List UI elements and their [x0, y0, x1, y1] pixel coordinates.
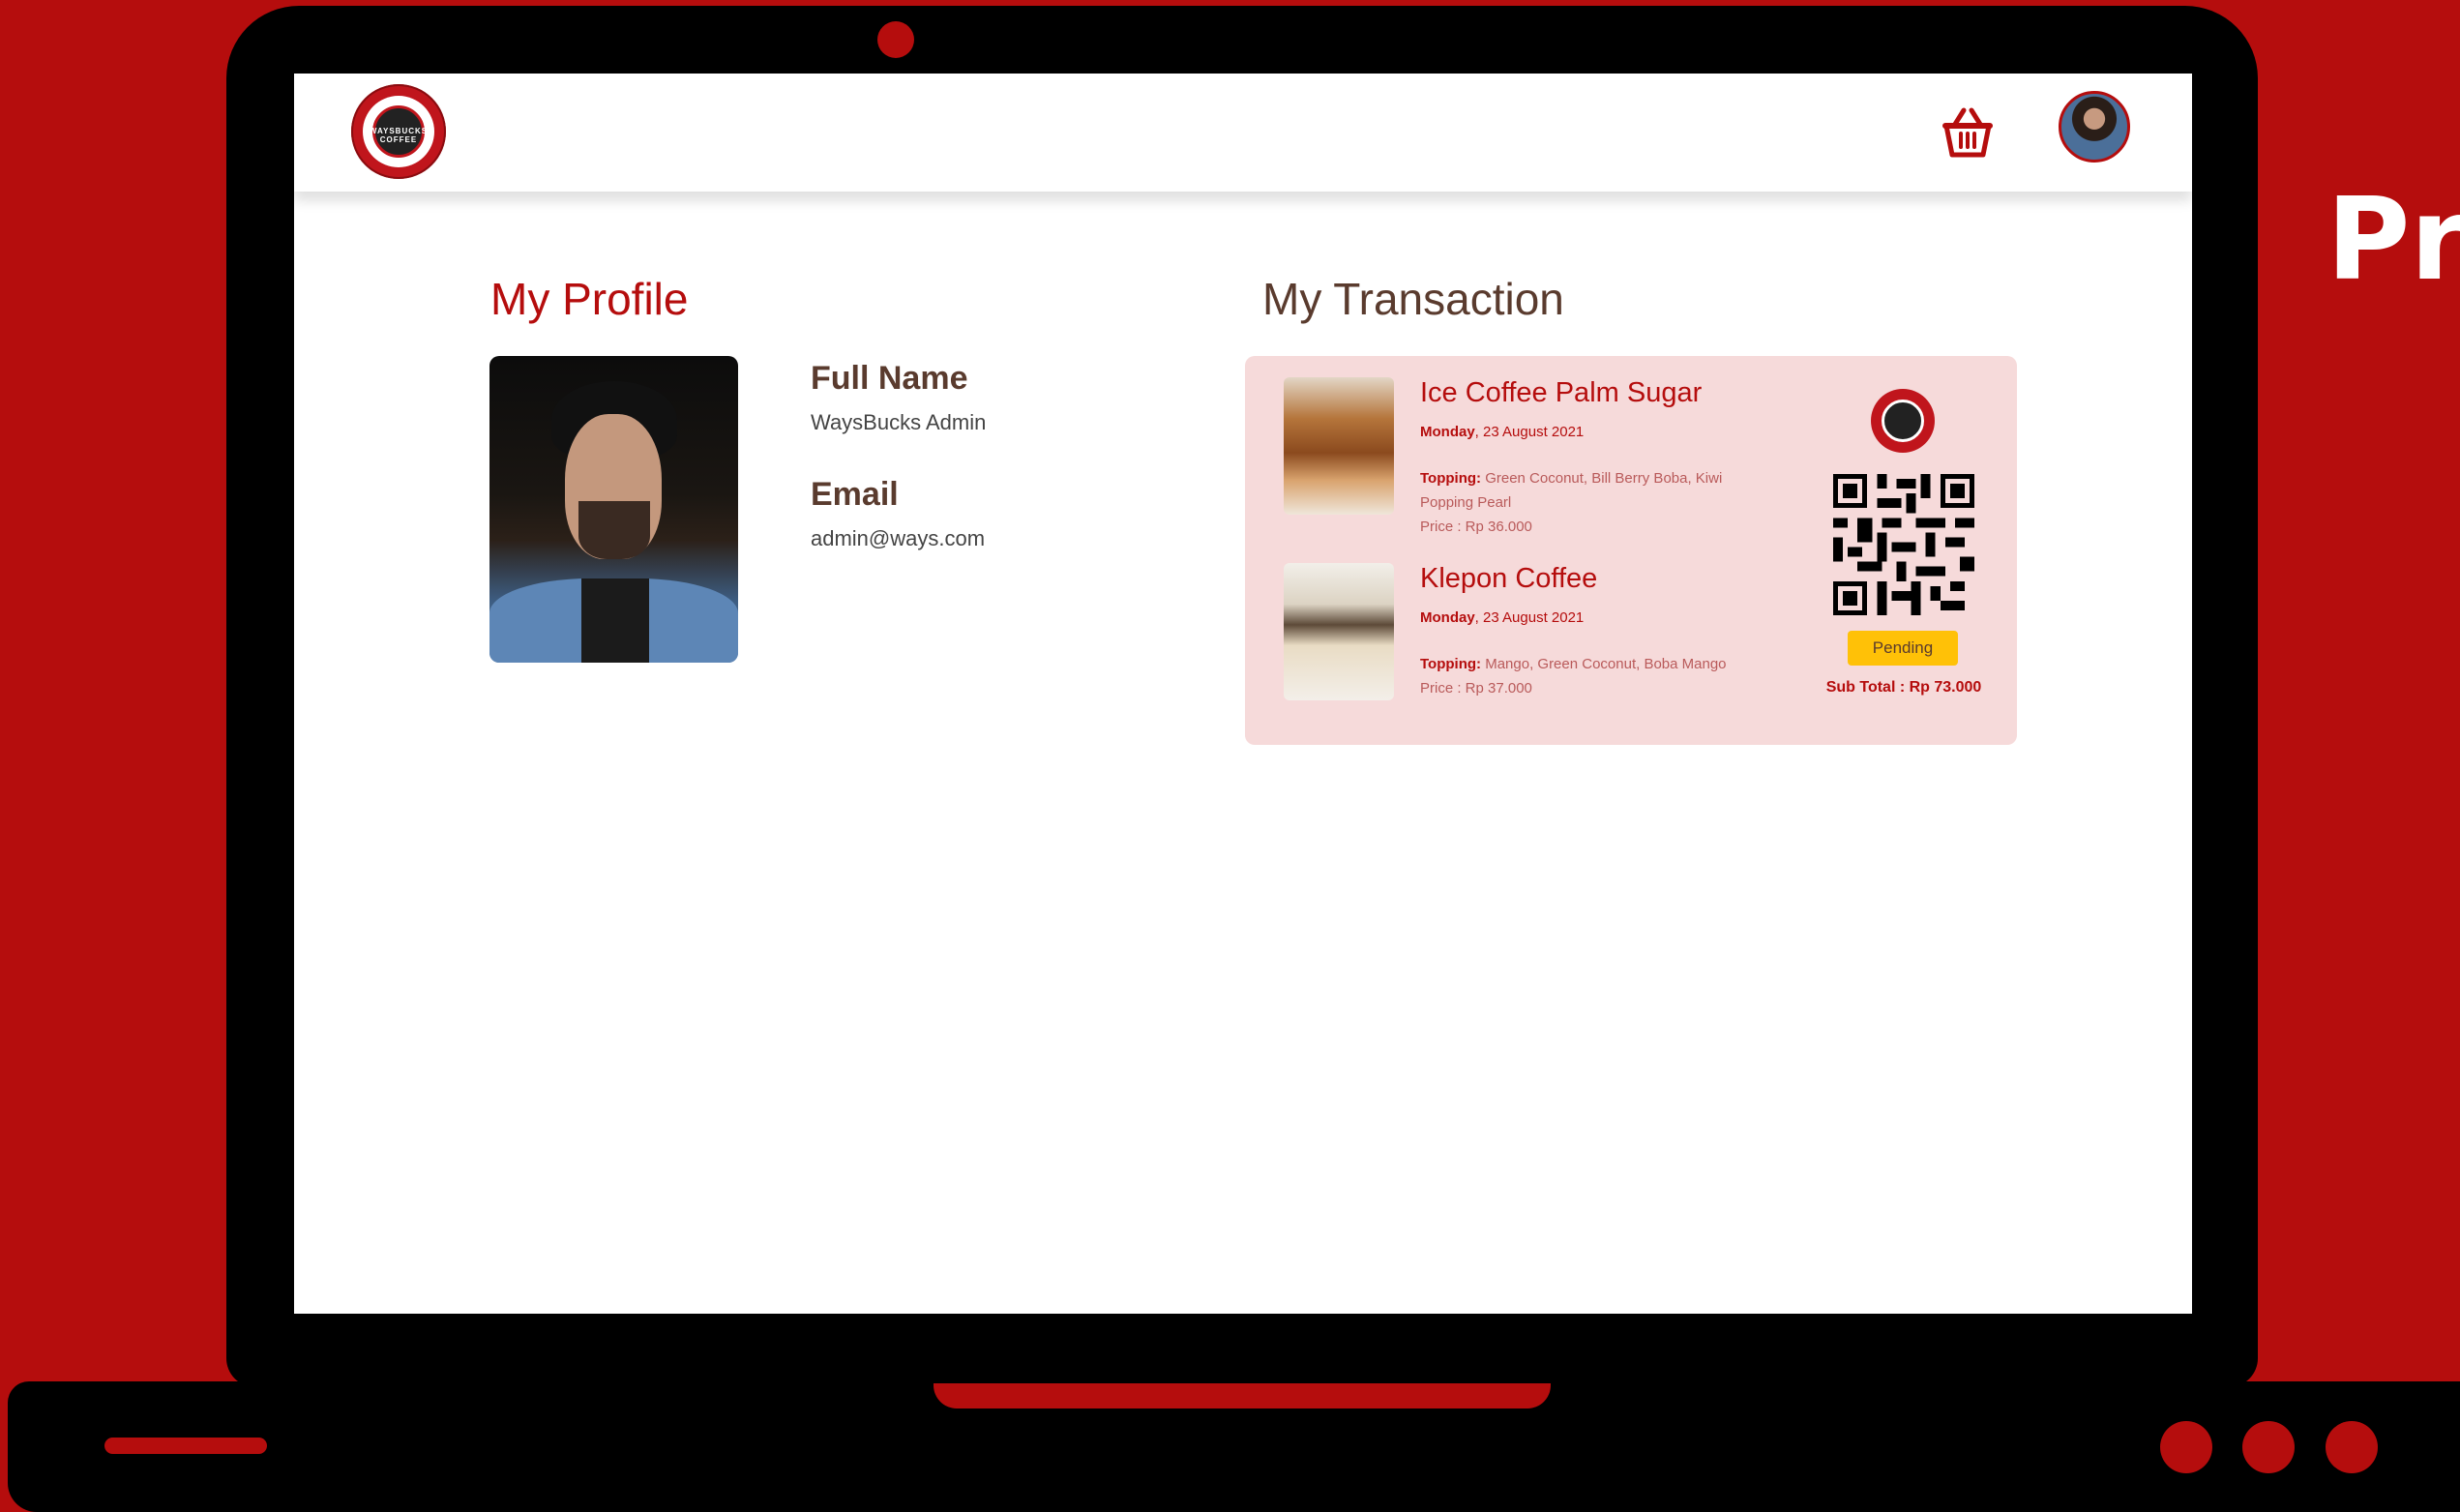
- item-topping: Topping: Mango, Green Coconut, Boba Mang…: [1420, 656, 1727, 672]
- full-name-value: WaysBucks Admin: [811, 410, 987, 434]
- cart-icon[interactable]: [1939, 103, 1997, 161]
- email-value: admin@ways.com: [811, 526, 986, 550]
- qr-code-icon: [1833, 474, 1974, 615]
- item-date: Monday, 23 August 2021: [1420, 424, 1585, 440]
- logo-text: WAYSBUCKS COFFEE: [369, 127, 429, 144]
- item-price: Price : Rp 37.000: [1420, 680, 1532, 697]
- email-label: Email: [811, 476, 899, 513]
- laptop-dot: [2242, 1421, 2295, 1473]
- my-profile-heading: My Profile: [490, 274, 689, 324]
- product-image: [1284, 377, 1394, 515]
- subtotal: Sub Total : Rp 73.000: [1825, 679, 1982, 696]
- product-image: [1284, 563, 1394, 700]
- item-title: Ice Coffee Palm Sugar: [1420, 377, 1703, 408]
- item-topping: Topping: Green Coconut, Bill Berry Boba,…: [1420, 470, 1723, 511]
- avatar[interactable]: [2059, 91, 2130, 163]
- laptop-dot: [2326, 1421, 2378, 1473]
- navbar: WAYSBUCKS COFFEE: [294, 74, 2192, 192]
- status-badge: Pending: [1848, 631, 1958, 666]
- side-title: Pr: [2327, 172, 2460, 306]
- app-screen: WAYSBUCKS COFFEE My Profile Full Name Wa…: [294, 74, 2192, 1314]
- waysbucks-logo-small: [1871, 389, 1935, 453]
- waysbucks-logo[interactable]: WAYSBUCKS COFFEE: [351, 84, 446, 179]
- item-price: Price : Rp 36.000: [1420, 519, 1532, 535]
- full-name-label: Full Name: [811, 360, 968, 397]
- laptop-notch: [934, 1383, 1551, 1408]
- item-title: Klepon Coffee: [1420, 563, 1598, 594]
- my-transaction-heading: My Transaction: [1262, 274, 1564, 324]
- profile-photo: [489, 356, 738, 663]
- laptop-dot: [2160, 1421, 2212, 1473]
- item-date: Monday, 23 August 2021: [1420, 609, 1585, 626]
- transaction-card[interactable]: Ice Coffee Palm Sugar Monday, 23 August …: [1245, 356, 2017, 745]
- laptop-indicator-bar: [104, 1438, 267, 1454]
- camera-icon: [877, 21, 914, 58]
